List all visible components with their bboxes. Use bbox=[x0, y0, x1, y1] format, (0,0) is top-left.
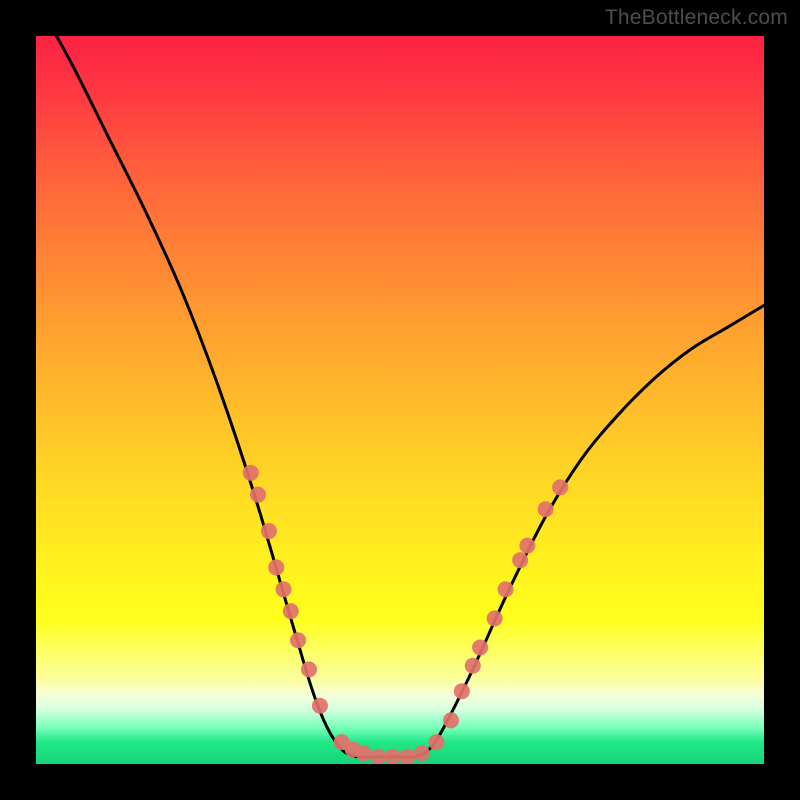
data-marker bbox=[519, 538, 535, 554]
data-marker bbox=[250, 487, 266, 503]
data-marker bbox=[356, 745, 372, 761]
data-marker bbox=[465, 658, 481, 674]
data-marker bbox=[290, 632, 306, 648]
plot-area bbox=[36, 36, 764, 764]
data-marker bbox=[399, 749, 415, 764]
data-marker bbox=[472, 640, 488, 656]
marker-layer bbox=[243, 465, 568, 764]
data-marker bbox=[261, 523, 277, 539]
bottleneck-curve bbox=[36, 36, 764, 757]
data-marker bbox=[312, 698, 328, 714]
data-marker bbox=[243, 465, 259, 481]
data-marker bbox=[538, 501, 554, 517]
data-marker bbox=[268, 559, 284, 575]
data-marker bbox=[552, 479, 568, 495]
data-marker bbox=[487, 610, 503, 626]
chart-svg bbox=[36, 36, 764, 764]
data-marker bbox=[283, 603, 299, 619]
data-marker bbox=[276, 581, 292, 597]
data-marker bbox=[370, 749, 386, 764]
curve-layer bbox=[36, 36, 764, 757]
data-marker bbox=[498, 581, 514, 597]
data-marker bbox=[428, 734, 444, 750]
data-marker bbox=[443, 712, 459, 728]
data-marker bbox=[301, 661, 317, 677]
chart-frame: TheBottleneck.com bbox=[0, 0, 800, 800]
data-marker bbox=[454, 683, 470, 699]
watermark-text: TheBottleneck.com bbox=[605, 6, 788, 30]
data-marker bbox=[414, 745, 430, 761]
data-marker bbox=[385, 749, 401, 764]
data-marker bbox=[512, 552, 528, 568]
